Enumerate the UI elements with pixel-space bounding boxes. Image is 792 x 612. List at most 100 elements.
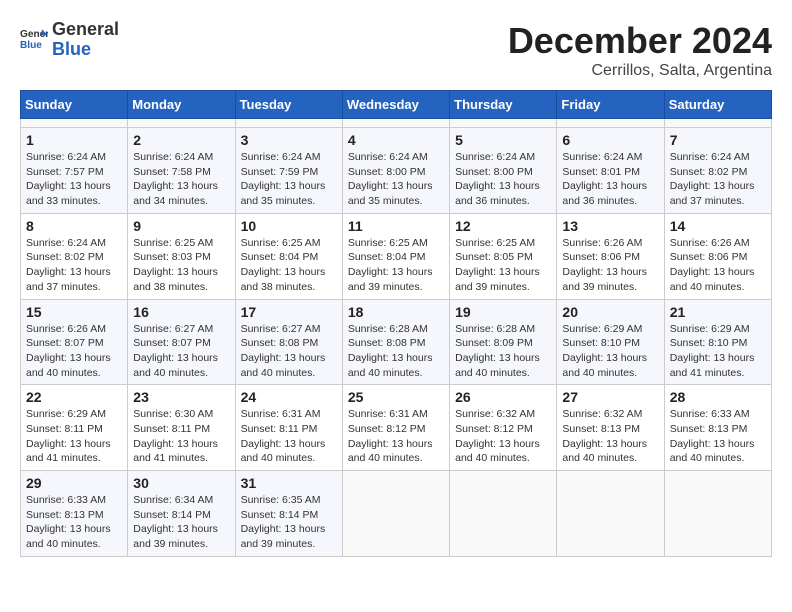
calendar-cell: 21Sunrise: 6:29 AMSunset: 8:10 PMDayligh… (664, 299, 771, 385)
calendar-cell (557, 119, 664, 128)
calendar-week-row (21, 119, 772, 128)
day-number: 31 (241, 475, 337, 491)
day-info: Sunrise: 6:25 AMSunset: 8:05 PMDaylight:… (455, 236, 551, 295)
calendar-week-row: 8Sunrise: 6:24 AMSunset: 8:02 PMDaylight… (21, 213, 772, 299)
day-number: 13 (562, 218, 658, 234)
calendar-cell: 13 Sunrise: 6:26 AMSunset: 8:06 PMDayligh… (557, 213, 664, 299)
logo-icon: General Blue (20, 26, 48, 54)
day-number: 23 (133, 389, 229, 405)
day-info: Sunrise: 6:29 AMSunset: 8:10 PMDaylight:… (562, 322, 658, 381)
calendar-cell: 9 Sunrise: 6:25 AMSunset: 8:03 PMDaylight… (128, 213, 235, 299)
day-number: 5 (455, 132, 551, 148)
day-info: Sunrise: 6:28 AMSunset: 8:08 PMDaylight:… (348, 322, 444, 381)
calendar-cell: 26 Sunrise: 6:32 AMSunset: 8:12 PMDayligh… (450, 385, 557, 471)
day-number: 15 (26, 304, 122, 320)
title-block: December 2024 Cerrillos, Salta, Argentin… (508, 20, 772, 80)
day-info: Sunrise: 6:24 AMSunset: 8:02 PMDaylight:… (26, 236, 122, 295)
day-number: 28 (670, 389, 766, 405)
svg-text:Blue: Blue (20, 40, 42, 51)
page-header: General Blue General Blue December 2024 … (20, 20, 772, 80)
day-number: 3 (241, 132, 337, 148)
day-number: 10 (241, 218, 337, 234)
calendar-cell (557, 471, 664, 557)
calendar-cell: 24 Sunrise: 6:31 AMSunset: 8:11 PMDayligh… (235, 385, 342, 471)
col-saturday: Saturday (664, 91, 771, 119)
calendar-cell: 3 Sunrise: 6:24 AMSunset: 7:59 PMDaylight… (235, 128, 342, 214)
day-info: Sunrise: 6:30 AMSunset: 8:11 PMDaylight:… (133, 407, 229, 466)
day-number: 11 (348, 218, 444, 234)
calendar-cell: 2Sunrise: 6:24 AMSunset: 7:58 PMDaylight… (128, 128, 235, 214)
day-number: 17 (241, 304, 337, 320)
calendar-cell: 25Sunrise: 6:31 AMSunset: 8:12 PMDayligh… (342, 385, 449, 471)
calendar-cell: 16 Sunrise: 6:27 AMSunset: 8:07 PMDayligh… (128, 299, 235, 385)
day-info: Sunrise: 6:24 AMSunset: 7:58 PMDaylight:… (133, 150, 229, 209)
day-number: 26 (455, 389, 551, 405)
day-info: Sunrise: 6:29 AMSunset: 8:10 PMDaylight:… (670, 322, 766, 381)
day-number: 4 (348, 132, 444, 148)
calendar-cell (342, 471, 449, 557)
day-info: Sunrise: 6:24 AMSunset: 8:00 PMDaylight:… (348, 150, 444, 209)
day-number: 6 (562, 132, 658, 148)
day-info: Sunrise: 6:24 AMSunset: 7:57 PMDaylight:… (26, 150, 122, 209)
calendar-week-row: 29 Sunrise: 6:33 AMSunset: 8:13 PMDayligh… (21, 471, 772, 557)
calendar-cell: 27 Sunrise: 6:32 AMSunset: 8:13 PMDayligh… (557, 385, 664, 471)
calendar-cell (664, 119, 771, 128)
day-info: Sunrise: 6:27 AMSunset: 8:07 PMDaylight:… (133, 322, 229, 381)
calendar-cell: 20Sunrise: 6:29 AMSunset: 8:10 PMDayligh… (557, 299, 664, 385)
day-number: 19 (455, 304, 551, 320)
calendar-cell: 22 Sunrise: 6:29 AMSunset: 8:11 PMDayligh… (21, 385, 128, 471)
logo: General Blue General Blue (20, 20, 119, 60)
col-friday: Friday (557, 91, 664, 119)
calendar-cell (21, 119, 128, 128)
logo-general: General (52, 19, 119, 39)
day-info: Sunrise: 6:25 AMSunset: 8:03 PMDaylight:… (133, 236, 229, 295)
col-sunday: Sunday (21, 91, 128, 119)
calendar-cell: 28 Sunrise: 6:33 AMSunset: 8:13 PMDayligh… (664, 385, 771, 471)
day-number: 9 (133, 218, 229, 234)
day-number: 12 (455, 218, 551, 234)
calendar-cell: 8Sunrise: 6:24 AMSunset: 8:02 PMDaylight… (21, 213, 128, 299)
day-number: 27 (562, 389, 658, 405)
day-info: Sunrise: 6:31 AMSunset: 8:11 PMDaylight:… (241, 407, 337, 466)
day-number: 18 (348, 304, 444, 320)
day-info: Sunrise: 6:24 AMSunset: 8:02 PMDaylight:… (670, 150, 766, 209)
day-number: 14 (670, 218, 766, 234)
calendar-cell: 17Sunrise: 6:27 AMSunset: 8:08 PMDayligh… (235, 299, 342, 385)
calendar-cell: 31Sunrise: 6:35 AMSunset: 8:14 PMDayligh… (235, 471, 342, 557)
month-title: December 2024 (508, 20, 772, 62)
calendar-week-row: 1 Sunrise: 6:24 AMSunset: 7:57 PMDaylight… (21, 128, 772, 214)
calendar-cell: 1 Sunrise: 6:24 AMSunset: 7:57 PMDaylight… (21, 128, 128, 214)
calendar-cell: 6 Sunrise: 6:24 AMSunset: 8:01 PMDaylight… (557, 128, 664, 214)
day-info: Sunrise: 6:25 AMSunset: 8:04 PMDaylight:… (348, 236, 444, 295)
calendar-cell: 14Sunrise: 6:26 AMSunset: 8:06 PMDayligh… (664, 213, 771, 299)
col-wednesday: Wednesday (342, 91, 449, 119)
calendar-cell: 11 Sunrise: 6:25 AMSunset: 8:04 PMDayligh… (342, 213, 449, 299)
day-number: 22 (26, 389, 122, 405)
day-info: Sunrise: 6:29 AMSunset: 8:11 PMDaylight:… (26, 407, 122, 466)
day-info: Sunrise: 6:24 AMSunset: 8:00 PMDaylight:… (455, 150, 551, 209)
day-number: 29 (26, 475, 122, 491)
logo-text: General Blue (52, 20, 119, 60)
calendar-week-row: 15 Sunrise: 6:26 AMSunset: 8:07 PMDayligh… (21, 299, 772, 385)
day-number: 16 (133, 304, 229, 320)
day-info: Sunrise: 6:26 AMSunset: 8:07 PMDaylight:… (26, 322, 122, 381)
calendar-week-row: 22 Sunrise: 6:29 AMSunset: 8:11 PMDayligh… (21, 385, 772, 471)
calendar-cell: 15 Sunrise: 6:26 AMSunset: 8:07 PMDayligh… (21, 299, 128, 385)
day-number: 7 (670, 132, 766, 148)
day-info: Sunrise: 6:33 AMSunset: 8:13 PMDaylight:… (26, 493, 122, 552)
day-info: Sunrise: 6:32 AMSunset: 8:13 PMDaylight:… (562, 407, 658, 466)
day-number: 24 (241, 389, 337, 405)
col-monday: Monday (128, 91, 235, 119)
day-number: 30 (133, 475, 229, 491)
calendar-cell: 7 Sunrise: 6:24 AMSunset: 8:02 PMDaylight… (664, 128, 771, 214)
day-info: Sunrise: 6:25 AMSunset: 8:04 PMDaylight:… (241, 236, 337, 295)
calendar-cell: 10 Sunrise: 6:25 AMSunset: 8:04 PMDayligh… (235, 213, 342, 299)
day-number: 1 (26, 132, 122, 148)
day-info: Sunrise: 6:24 AMSunset: 8:01 PMDaylight:… (562, 150, 658, 209)
day-info: Sunrise: 6:24 AMSunset: 7:59 PMDaylight:… (241, 150, 337, 209)
calendar-cell (450, 471, 557, 557)
day-info: Sunrise: 6:26 AMSunset: 8:06 PMDaylight:… (562, 236, 658, 295)
day-info: Sunrise: 6:32 AMSunset: 8:12 PMDaylight:… (455, 407, 551, 466)
day-number: 25 (348, 389, 444, 405)
day-info: Sunrise: 6:33 AMSunset: 8:13 PMDaylight:… (670, 407, 766, 466)
